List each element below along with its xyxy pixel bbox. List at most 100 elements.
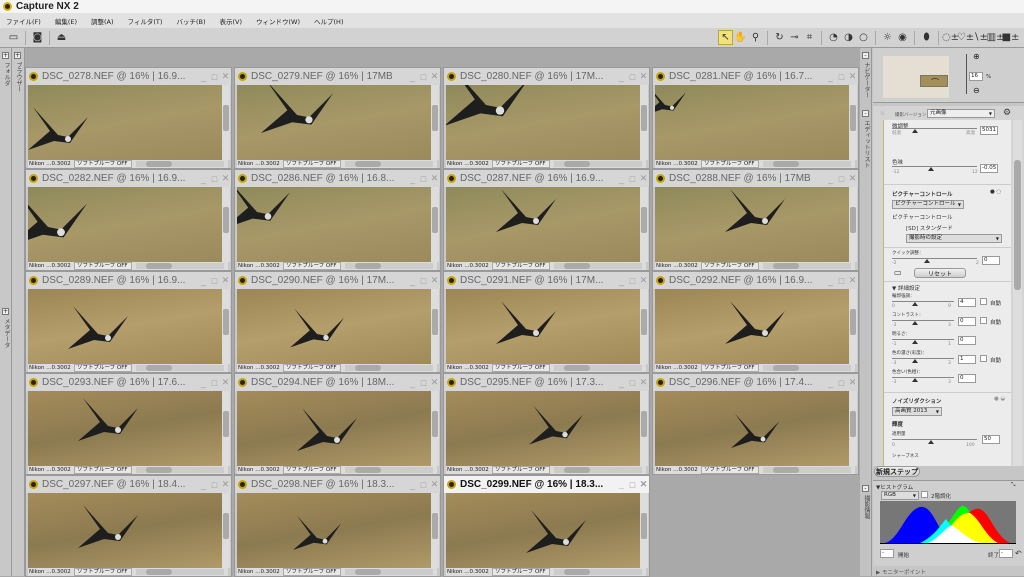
image-window[interactable]: DSC_0290.NEF @ 16% | 17M... _ □ ✕ Nikon ...…	[234, 271, 441, 373]
vertical-scrollbar[interactable]	[431, 85, 439, 160]
minimize-icon[interactable]: _	[825, 276, 836, 286]
image-window-titlebar[interactable]: DSC_0282.NEF @ 16% | 16.9... _ □ ✕	[26, 170, 231, 187]
maximize-icon[interactable]: □	[418, 378, 429, 388]
slider-thumb[interactable]	[912, 302, 918, 306]
close-icon[interactable]: ✕	[429, 71, 440, 82]
image-canvas[interactable]	[446, 391, 641, 466]
browser-tab[interactable]: ブラウザー	[14, 62, 23, 92]
monitor-point-toggle[interactable]: ▶ モニターポイント	[876, 568, 926, 576]
crop-icon[interactable]: ⌗	[802, 30, 817, 45]
slider-value[interactable]: 0	[958, 336, 976, 345]
softproof-dropdown[interactable]: ソフトプルーフ OFF	[701, 160, 759, 168]
softproof-dropdown[interactable]: ソフトプルーフ OFF	[283, 364, 341, 372]
minimize-icon[interactable]: _	[198, 378, 209, 388]
menu-item[interactable]: バッチ(B)	[176, 16, 205, 26]
close-icon[interactable]: ✕	[429, 275, 440, 286]
image-window[interactable]: DSC_0278.NEF @ 16% | 16.9... _ □ ✕ Nikon ..…	[25, 67, 232, 169]
reset-button[interactable]: リセット	[914, 268, 966, 278]
close-icon[interactable]: ✕	[847, 377, 858, 388]
undo-icon[interactable]: ↶	[1015, 549, 1022, 558]
minimize-icon[interactable]: _	[198, 276, 209, 286]
navigator-viewport[interactable]: ⌒	[920, 75, 948, 87]
horizontal-scrollbar[interactable]	[763, 161, 851, 167]
vertical-scrollbar[interactable]	[222, 391, 230, 466]
rotate-icon[interactable]: ↻	[772, 30, 787, 45]
metadata-tab[interactable]: メタデータ	[2, 318, 11, 348]
horizontal-scrollbar[interactable]	[763, 263, 851, 269]
image-window-titlebar[interactable]: DSC_0291.NEF @ 16% | 17M... _ □ ✕	[444, 272, 649, 289]
image-canvas[interactable]	[655, 85, 850, 160]
horizontal-scrollbar[interactable]	[136, 161, 224, 167]
horizontal-scrollbar[interactable]	[554, 161, 642, 167]
vertical-scrollbar[interactable]	[431, 391, 439, 466]
control-point-icon[interactable]: ◌±	[942, 30, 959, 45]
minimize-icon[interactable]: _	[407, 174, 418, 184]
image-window[interactable]: DSC_0294.NEF @ 16% | 18M... _ □ ✕ Nikon ...…	[234, 373, 441, 475]
close-icon[interactable]: ✕	[429, 479, 440, 490]
close-icon[interactable]: ✕	[847, 173, 858, 184]
version-dropdown[interactable]: 元画像	[927, 109, 995, 118]
softproof-dropdown[interactable]: ソフトプルーフ OFF	[701, 466, 759, 474]
image-window[interactable]: DSC_0296.NEF @ 16% | 17.4... _ □ ✕ Nikon ..…	[652, 373, 859, 475]
end-input[interactable]: -	[999, 549, 1013, 558]
quick-slider[interactable]	[892, 258, 977, 259]
image-window-titlebar[interactable]: DSC_0296.NEF @ 16% | 17.4... _ □ ✕	[653, 374, 858, 391]
maximize-icon[interactable]: □	[836, 174, 847, 184]
image-canvas[interactable]	[446, 85, 641, 160]
image-window[interactable]: DSC_0287.NEF @ 16% | 16.9... _ □ ✕ Nikon ..…	[443, 169, 650, 271]
image-window-titlebar[interactable]: DSC_0278.NEF @ 16% | 16.9... _ □ ✕	[26, 68, 231, 85]
softproof-dropdown[interactable]: ソフトプルーフ OFF	[74, 364, 132, 372]
folder-tab[interactable]: フォルダ	[2, 62, 11, 86]
tint-slider[interactable]	[892, 166, 977, 167]
image-window[interactable]: DSC_0298.NEF @ 16% | 18.3... _ □ ✕ Nikon ..…	[234, 475, 441, 577]
zoom-out-icon[interactable]: ⊖	[973, 86, 980, 95]
hand-icon[interactable]: ✋	[733, 30, 748, 45]
red-eye-icon[interactable]: ☼	[880, 30, 895, 45]
maximize-icon[interactable]: □	[209, 480, 220, 490]
menu-item[interactable]: 編集(E)	[55, 16, 77, 26]
neutral-point-icon[interactable]: ◑	[841, 30, 856, 45]
editlist-tab[interactable]: エディットリスト	[862, 120, 871, 168]
output-icon[interactable]: ⏏	[54, 30, 69, 45]
horizontal-scrollbar[interactable]	[763, 467, 851, 473]
softproof-dropdown[interactable]: ソフトプルーフ OFF	[283, 466, 341, 474]
straighten-icon[interactable]: ⊸	[787, 30, 802, 45]
slider-value[interactable]: 0	[958, 374, 976, 383]
menu-item[interactable]: 表示(V)	[219, 16, 242, 26]
close-icon[interactable]: ✕	[220, 479, 231, 490]
eye-icon[interactable]: ◉	[895, 30, 910, 45]
collapse-icon[interactable]: -	[862, 110, 869, 117]
browser-panel-collapsed[interactable]: + ブラウザー	[12, 48, 25, 576]
softproof-dropdown[interactable]: ソフトプルーフ OFF	[74, 262, 132, 270]
maximize-icon[interactable]: □	[836, 378, 847, 388]
softproof-dropdown[interactable]: ソフトプルーフ OFF	[492, 568, 550, 576]
vertical-scrollbar[interactable]	[222, 187, 230, 262]
softproof-dropdown[interactable]: ソフトプルーフ OFF	[492, 262, 550, 270]
vertical-scrollbar[interactable]	[222, 289, 230, 364]
minimize-icon[interactable]: _	[825, 72, 836, 82]
softproof-dropdown[interactable]: ソフトプルーフ OFF	[701, 262, 759, 270]
image-canvas[interactable]	[237, 493, 432, 568]
horizontal-scrollbar[interactable]	[345, 263, 433, 269]
vertical-scrollbar[interactable]	[222, 493, 230, 568]
image-window[interactable]: DSC_0295.NEF @ 16% | 17.3... _ □ ✕ Nikon ..…	[443, 373, 650, 475]
close-icon[interactable]: ✕	[220, 71, 231, 82]
horizontal-scrollbar[interactable]	[136, 263, 224, 269]
vertical-scrollbar[interactable]	[849, 187, 857, 262]
slider-thumb[interactable]	[924, 259, 930, 263]
maximize-icon[interactable]: □	[418, 276, 429, 286]
horizontal-scrollbar[interactable]	[763, 365, 851, 371]
minimize-icon[interactable]: _	[616, 72, 627, 82]
maximize-icon[interactable]: □	[209, 72, 220, 82]
image-window-titlebar[interactable]: DSC_0293.NEF @ 16% | 17.6... _ □ ✕	[26, 374, 231, 391]
image-window[interactable]: DSC_0289.NEF @ 16% | 16.9... _ □ ✕ Nikon ..…	[25, 271, 232, 373]
image-canvas[interactable]	[655, 391, 850, 466]
image-window[interactable]: DSC_0279.NEF @ 16% | 17MB _ □ ✕ Nikon ...0.…	[234, 67, 441, 169]
slider-value[interactable]: 4	[958, 298, 976, 307]
image-canvas[interactable]	[237, 85, 432, 160]
fill-icon[interactable]: ■±	[1002, 30, 1020, 45]
menu-item[interactable]: フィルタ(T)	[128, 16, 163, 26]
navigator-tab[interactable]: ナビゲーター	[862, 62, 871, 98]
collapse-icon[interactable]: -	[862, 52, 869, 59]
close-icon[interactable]: ✕	[638, 173, 649, 184]
